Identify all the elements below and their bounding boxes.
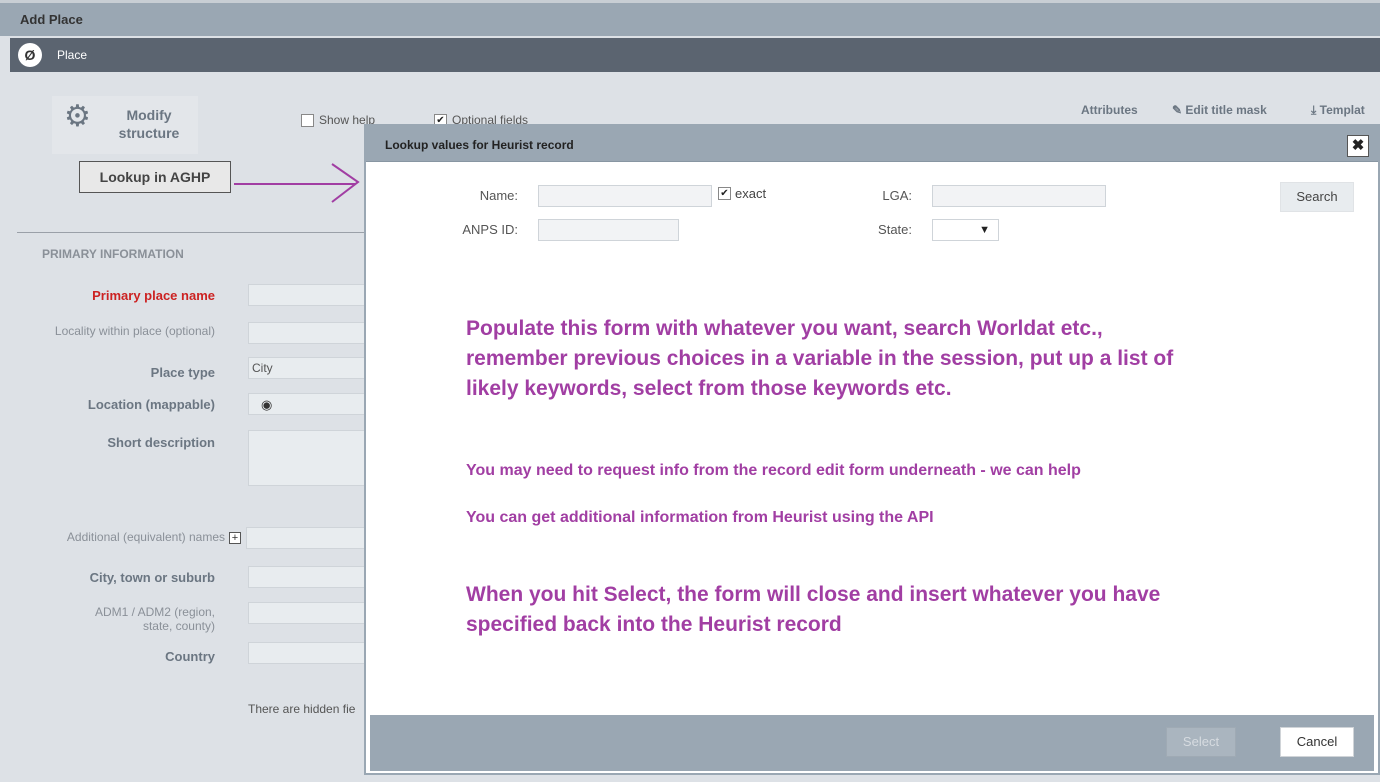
section-header-primary: PRIMARY INFORMATION xyxy=(42,247,184,261)
dialog-title: Lookup values for Heurist record xyxy=(385,138,574,152)
modify-structure-button[interactable]: ⚙ Modify structure xyxy=(52,96,198,154)
section-divider xyxy=(17,232,377,233)
message-line-1: Populate this form with whatever you wan… xyxy=(466,317,1103,340)
adm-input[interactable] xyxy=(248,602,372,624)
locality-input[interactable] xyxy=(248,322,372,344)
lga-input[interactable] xyxy=(932,185,1106,207)
message-line-3: likely keywords, select from those keywo… xyxy=(466,377,952,400)
anps-id-label: ANPS ID: xyxy=(462,222,518,237)
state-label: State: xyxy=(878,222,912,237)
window-title-bar: Add Place xyxy=(0,0,1380,36)
dialog-body: Name: ✔ exact ANPS ID: LGA: State: ▼ Sea… xyxy=(370,162,1374,715)
cancel-button[interactable]: Cancel xyxy=(1280,727,1354,757)
message-line-5: You can get additional information from … xyxy=(466,509,934,526)
short-description-label: Short description xyxy=(107,435,215,450)
lookup-dialog: Lookup values for Heurist record ✖ Name:… xyxy=(364,124,1380,775)
search-button[interactable]: Search xyxy=(1280,182,1354,212)
attributes-link[interactable]: Attributes xyxy=(1081,103,1138,117)
message-line-4: You may need to request info from the re… xyxy=(466,462,1081,479)
country-input[interactable] xyxy=(248,642,372,664)
country-label: Country xyxy=(165,649,215,664)
location-label: Location (mappable) xyxy=(87,397,215,412)
window-title: Add Place xyxy=(20,12,83,27)
locality-label: Locality within place (optional) xyxy=(54,324,215,338)
place-type-label: Place type xyxy=(150,365,215,380)
name-label: Name: xyxy=(479,188,518,203)
exact-checkbox[interactable]: ✔ xyxy=(718,187,731,200)
lga-label: LGA: xyxy=(882,188,912,203)
adm-label: ADM1 / ADM2 (region, state, county) xyxy=(94,605,215,633)
additional-names-input[interactable] xyxy=(246,527,370,549)
primary-place-name-input[interactable] xyxy=(248,284,372,306)
place-type-select[interactable]: City xyxy=(248,357,372,379)
close-icon[interactable]: ✖ xyxy=(1347,135,1369,157)
annotation-arrow-icon xyxy=(234,163,360,203)
show-help-checkbox[interactable] xyxy=(301,113,314,127)
dialog-title-bar: Lookup values for Heurist record ✖ xyxy=(366,126,1378,162)
message-line-7: specified back into the Heurist record xyxy=(466,613,842,636)
location-input[interactable]: ◉ xyxy=(248,393,372,415)
dialog-footer: Select Cancel xyxy=(370,715,1374,771)
exact-toggle[interactable]: ✔ exact xyxy=(718,186,766,201)
record-type-label: Place xyxy=(57,48,88,62)
lookup-aghp-button[interactable]: Lookup in AGHP xyxy=(79,161,231,193)
short-description-textarea[interactable] xyxy=(248,430,372,486)
template-label: Templat xyxy=(1319,103,1365,117)
city-town-suburb-input[interactable] xyxy=(248,566,372,588)
gear-icon: ⚙ xyxy=(64,100,91,133)
hidden-fields-note: There are hidden fie xyxy=(248,702,356,716)
edit-title-mask-link[interactable]: ✎ Edit title mask xyxy=(1172,103,1267,117)
download-icon: ⤓ xyxy=(1311,103,1317,117)
message-line-2: remember previous choices in a variable … xyxy=(466,347,1174,370)
additional-names-label: Additional (equivalent) names + xyxy=(21,530,241,544)
template-link[interactable]: ⤓ Templat xyxy=(1311,103,1365,118)
exact-label: exact xyxy=(735,186,767,201)
select-button[interactable]: Select xyxy=(1166,727,1236,757)
plus-icon[interactable]: + xyxy=(229,531,241,544)
edit-title-mask-label: Edit title mask xyxy=(1185,103,1267,117)
record-type-bar: Ø Place xyxy=(10,38,1380,72)
city-town-suburb-label: City, town or suburb xyxy=(89,570,215,585)
state-select[interactable]: ▼ xyxy=(932,219,999,241)
record-type-icon: Ø xyxy=(18,43,42,67)
pencil-icon: ✎ xyxy=(1172,103,1183,117)
anps-id-input[interactable] xyxy=(538,219,679,241)
message-line-6: When you hit Select, the form will close… xyxy=(466,583,1161,606)
modify-structure-label: Modify structure xyxy=(118,107,180,141)
primary-place-name-label: Primary place name xyxy=(92,288,215,303)
additional-names-text: Additional (equivalent) names xyxy=(66,530,225,544)
name-input[interactable] xyxy=(538,185,712,207)
globe-icon: ◉ xyxy=(261,397,273,412)
